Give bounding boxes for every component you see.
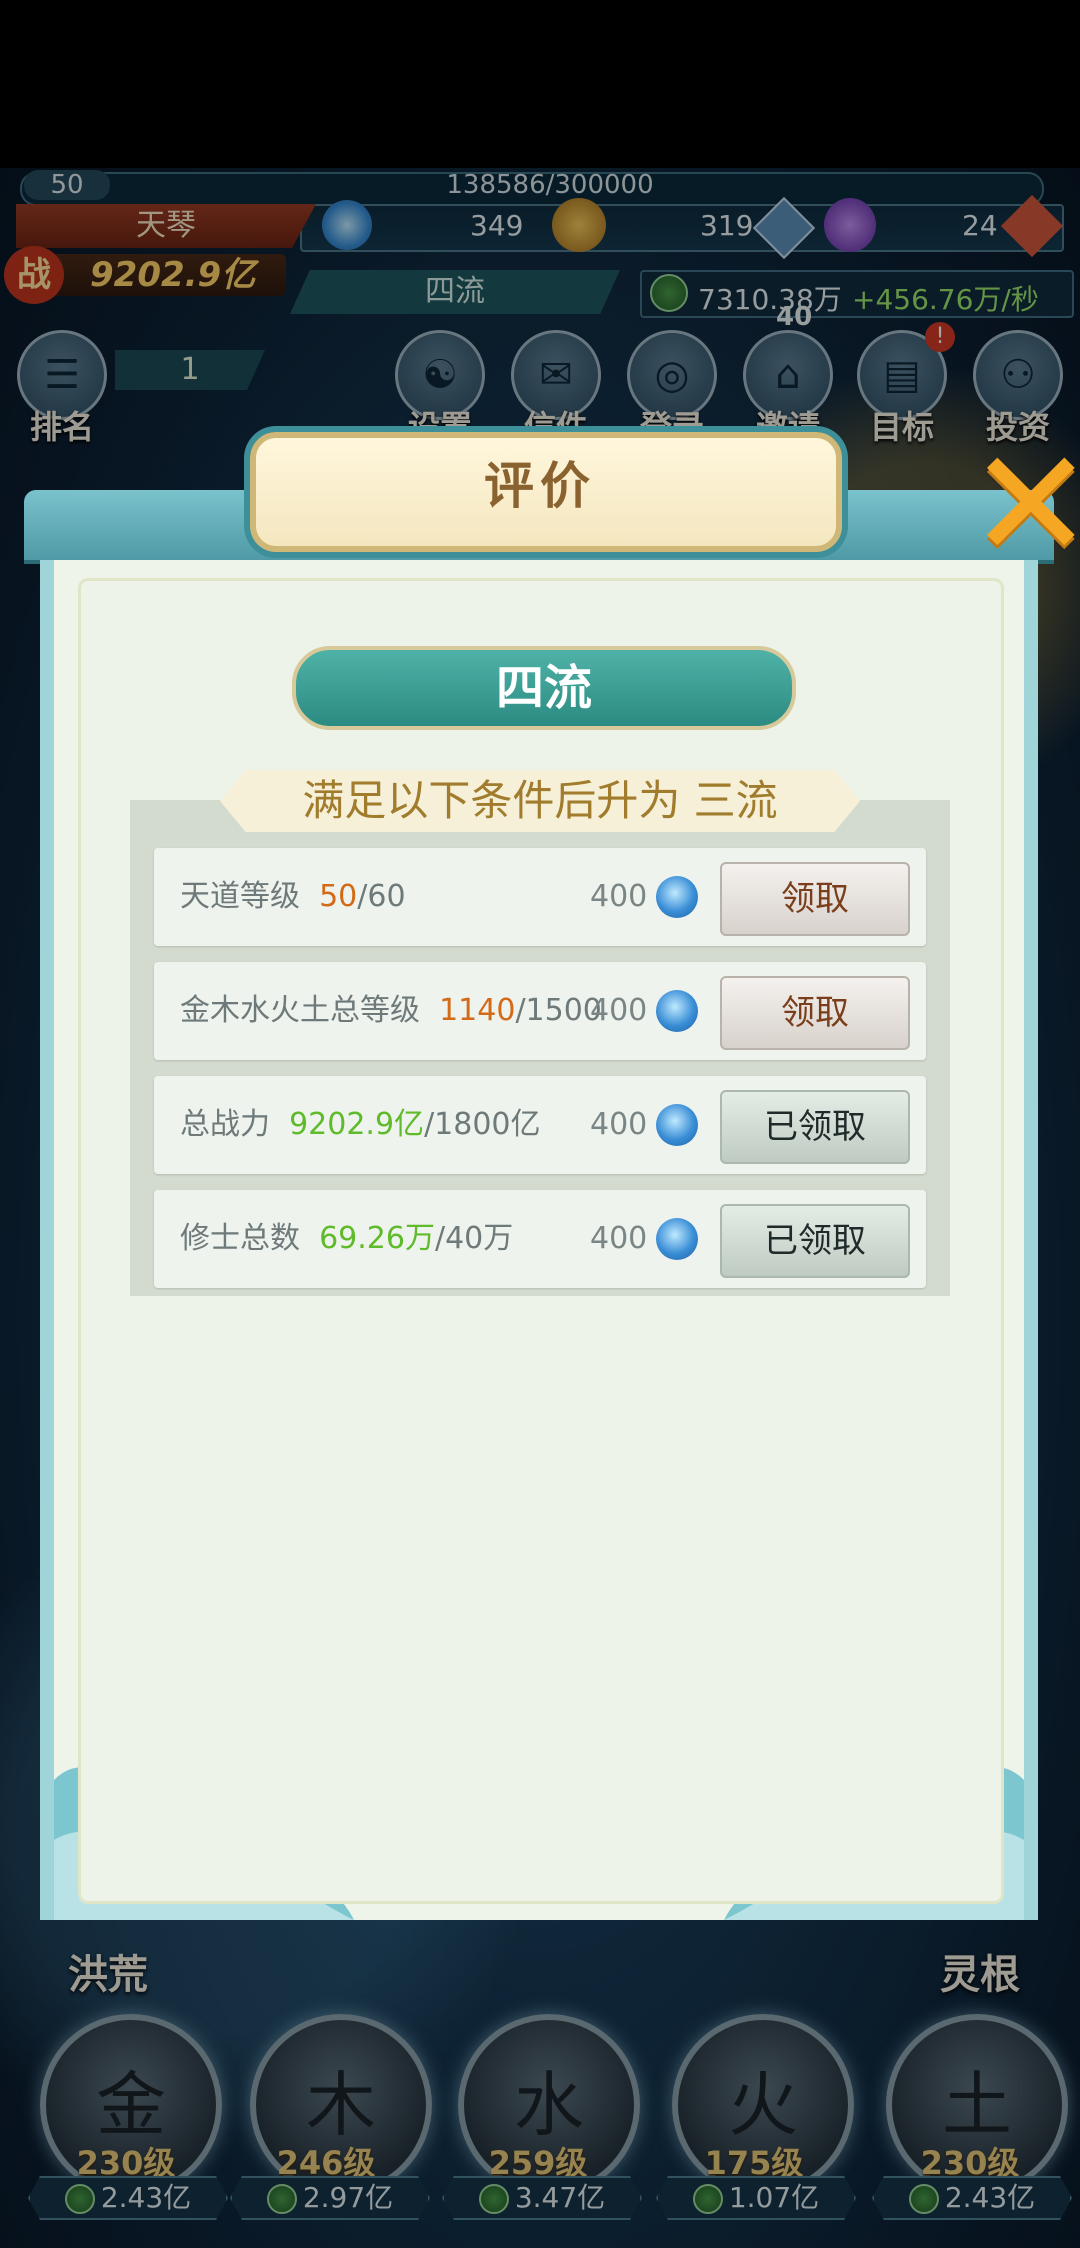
reward-amount: 400 xyxy=(590,1107,648,1142)
condition-label: 天道等级 xyxy=(180,879,300,914)
claim-button[interactable]: 领取 xyxy=(720,976,910,1050)
reward-amount: 400 xyxy=(590,1221,648,1256)
condition-text: 修士总数 69.26万/40万 xyxy=(180,1190,513,1288)
condition-label: 金木水火土总等级 xyxy=(180,993,420,1028)
spirit-gem-icon xyxy=(656,1104,698,1146)
condition-target: /1500 xyxy=(515,993,602,1028)
close-icon: ✕ xyxy=(968,418,1080,592)
condition-row: 天道等级 50/60 400 领取 xyxy=(154,848,926,946)
close-button[interactable]: ✕ xyxy=(968,430,1080,580)
condition-target: /60 xyxy=(357,879,406,914)
spirit-gem-icon xyxy=(656,1218,698,1260)
condition-target: /1800亿 xyxy=(424,1107,541,1142)
claimed-button[interactable]: 已领取 xyxy=(720,1090,910,1164)
spirit-gem-icon xyxy=(656,876,698,918)
current-rank-pill: 四流 xyxy=(292,646,796,730)
condition-target: /40万 xyxy=(434,1221,514,1256)
condition-label: 总战力 xyxy=(180,1107,270,1142)
condition-row: 总战力 9202.9亿/1800亿 400 已领取 xyxy=(154,1076,926,1174)
condition-current: 9202.9亿 xyxy=(289,1107,425,1142)
condition-current: 69.26万 xyxy=(319,1221,435,1256)
spirit-gem-icon xyxy=(656,990,698,1032)
dialog-title: 评价 xyxy=(484,457,596,515)
condition-row: 金木水火土总等级 1140/1500 400 领取 xyxy=(154,962,926,1060)
condition-text: 金木水火土总等级 1140/1500 xyxy=(180,962,602,1060)
reward-amount: 400 xyxy=(590,993,648,1028)
condition-label: 修士总数 xyxy=(180,1221,300,1256)
conditions-title: 满足以下条件后升为 三流 xyxy=(220,770,860,832)
claimed-button[interactable]: 已领取 xyxy=(720,1204,910,1278)
reward-amount: 400 xyxy=(590,879,648,914)
condition-current: 1140 xyxy=(439,993,516,1028)
condition-text: 天道等级 50/60 xyxy=(180,848,406,946)
claim-button[interactable]: 领取 xyxy=(720,862,910,936)
condition-current: 50 xyxy=(319,879,358,914)
condition-text: 总战力 9202.9亿/1800亿 xyxy=(180,1076,541,1174)
condition-row: 修士总数 69.26万/40万 400 已领取 xyxy=(154,1190,926,1288)
